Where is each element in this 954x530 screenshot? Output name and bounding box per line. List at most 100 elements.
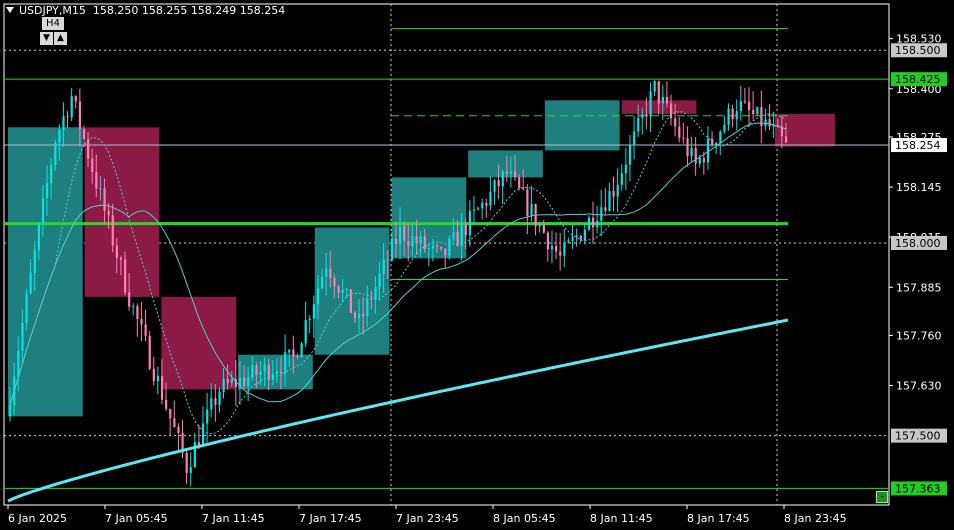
candle-body <box>177 426 180 433</box>
candle-body <box>366 298 369 317</box>
symbol-header: USDJPY,M15 158.250 158.255 158.249 158.2… <box>6 4 285 17</box>
candle-body <box>370 298 373 300</box>
time-tick-label: 8 Jan 23:45 <box>784 512 847 525</box>
candle-body <box>628 144 632 165</box>
candle-body <box>296 356 299 358</box>
candle-body <box>214 398 217 405</box>
candle-body <box>189 467 192 473</box>
candle-body <box>690 148 693 157</box>
candle-body <box>91 158 94 172</box>
candle-body <box>169 408 172 419</box>
candle-body <box>735 111 738 120</box>
time-tick-label: 8 Jan 05:45 <box>493 512 556 525</box>
candle-body <box>555 246 558 252</box>
candle-body <box>764 119 767 126</box>
candle-body <box>674 118 677 127</box>
candle-body <box>559 251 562 256</box>
candle-body <box>17 350 20 377</box>
candle-body <box>682 137 685 139</box>
candle-body <box>58 129 61 143</box>
time-tick-label: 8 Jan 11:45 <box>590 512 653 525</box>
candle-body <box>653 81 656 92</box>
candle-body <box>29 272 32 294</box>
candle-body <box>481 202 484 209</box>
candle-body <box>140 318 143 325</box>
price-label: 158.425 <box>895 73 941 86</box>
candle-body <box>308 318 311 320</box>
candle-body <box>665 96 669 104</box>
candle-body <box>280 371 283 374</box>
time-tick-label: 7 Jan 17:45 <box>299 512 362 525</box>
candle-body <box>440 246 443 249</box>
candle-body <box>87 139 90 159</box>
candle-body <box>333 277 336 287</box>
candle-body <box>160 376 164 400</box>
candle-body <box>41 198 45 225</box>
candle-body <box>386 259 389 261</box>
candle-body <box>230 379 233 384</box>
candle-body <box>645 113 648 117</box>
time-tick-label: 8 Jan 17:45 <box>687 512 750 525</box>
ohlc-values: 158.250 158.255 158.249 158.254 <box>92 4 286 17</box>
candle-body <box>485 202 488 206</box>
candle-body <box>497 180 500 187</box>
candle-body <box>563 242 566 256</box>
candle-body <box>649 91 652 117</box>
price-tick-label: 157.760 <box>896 329 942 342</box>
price-chart[interactable]: 158.530158.400158.275158.145158.015157.8… <box>0 0 954 530</box>
candle-body <box>390 238 394 261</box>
time-tick-label: 7 Jan 23:45 <box>396 512 459 525</box>
timeframe-up-button[interactable]: ▲ <box>54 32 67 45</box>
candle-body <box>78 101 82 129</box>
candle-body <box>452 232 455 239</box>
candle-body <box>95 171 98 189</box>
minimize-button[interactable]: - <box>876 491 888 503</box>
chart-window[interactable]: 158.530158.400158.275158.145158.015157.8… <box>0 0 954 530</box>
candle-body <box>243 377 246 387</box>
candle-body <box>226 378 229 384</box>
candle-body <box>600 207 603 221</box>
candle-body <box>493 180 496 192</box>
candle-body <box>349 289 352 313</box>
candle-body <box>185 452 188 473</box>
candle-body <box>472 209 476 211</box>
candle-body <box>624 164 628 174</box>
candle-body <box>550 246 554 250</box>
candle-body <box>21 322 24 351</box>
candle-body <box>686 138 689 157</box>
candle-body <box>571 237 574 241</box>
candle-body <box>637 117 640 132</box>
candle-body <box>731 108 734 120</box>
candle-body <box>436 245 439 247</box>
candle-body <box>74 96 77 102</box>
candle-body <box>292 349 295 357</box>
price-label: 157.363 <box>895 482 941 495</box>
candle-body <box>353 312 357 319</box>
candle-body <box>210 398 213 410</box>
candle-body <box>546 232 550 250</box>
candle-body <box>288 349 291 353</box>
candle-body <box>304 319 307 344</box>
time-tick-label: 7 Jan 05:45 <box>105 512 168 525</box>
candle-body <box>9 404 12 417</box>
price-label: 158.000 <box>895 237 941 250</box>
candle-body <box>477 208 480 210</box>
timeframe-down-button[interactable]: ▼ <box>40 32 53 45</box>
candle-body <box>247 377 250 387</box>
candle-body <box>62 116 65 130</box>
candle-body <box>33 250 36 273</box>
candle-body <box>698 158 701 164</box>
price-label: 158.500 <box>895 44 941 57</box>
candle-body <box>415 236 418 244</box>
price-tick-label: 157.630 <box>896 380 942 393</box>
candle-body <box>514 171 517 178</box>
candle-body <box>54 142 57 165</box>
collapse-triangle-icon[interactable] <box>6 7 14 13</box>
candle-body <box>165 399 168 409</box>
candle-body <box>784 136 788 143</box>
candle-body <box>325 268 328 277</box>
candle-body <box>128 292 131 307</box>
candle-body <box>661 96 664 104</box>
candle-body <box>300 343 303 358</box>
h4-candle-box <box>544 100 620 151</box>
